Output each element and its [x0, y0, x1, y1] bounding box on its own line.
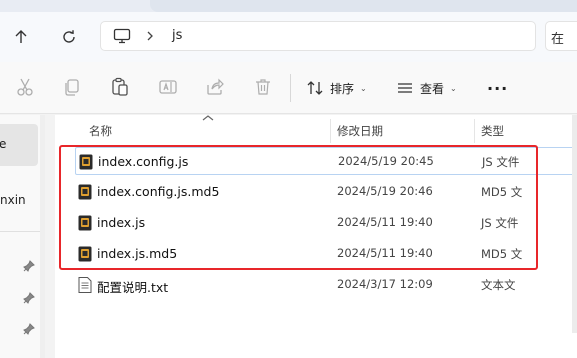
sort-button[interactable]: 排序 ⌄ [306, 77, 367, 99]
paste-icon [112, 77, 128, 96]
share-button[interactable] [205, 77, 225, 97]
refresh-icon [63, 30, 75, 43]
this-pc-icon[interactable] [113, 28, 131, 44]
chevron-down-icon: ⌄ [360, 83, 367, 93]
address-bar[interactable]: js [100, 21, 536, 51]
tab-strip [150, 0, 577, 12]
file-name: 配置说明.txt [97, 280, 169, 295]
column-header: 名称 修改日期 类型 [55, 119, 577, 143]
rename-button[interactable] [158, 77, 178, 97]
toolbar-divider [290, 74, 291, 102]
highlight-annotation-box [59, 145, 538, 270]
search-placeholder: 在 [551, 32, 565, 47]
title-strip [0, 0, 577, 12]
view-button[interactable]: 查看 ⌄ [396, 77, 457, 99]
paste-button[interactable] [110, 77, 130, 97]
nav-divider [0, 231, 40, 232]
column-divider[interactable] [474, 119, 475, 143]
pin-icon[interactable] [23, 292, 35, 304]
up-button[interactable] [8, 24, 34, 50]
file-type: 文本文 [481, 278, 516, 292]
chevron-down-icon: ⌄ [450, 83, 457, 93]
view-list-icon [398, 83, 412, 93]
sort-icon [307, 81, 323, 95]
pin-icon[interactable] [23, 323, 35, 335]
nav-item-user-folder[interactable]: nxin [0, 193, 26, 207]
delete-button[interactable] [253, 77, 273, 97]
pin-icon[interactable] [23, 260, 35, 272]
more-options-button[interactable]: ··· [487, 79, 508, 98]
column-modified[interactable]: 修改日期 [337, 123, 383, 139]
breadcrumb-js[interactable]: js [172, 28, 182, 43]
sort-label: 排序 [330, 81, 355, 96]
nav-item-selected[interactable]: e [0, 124, 38, 166]
nav-scrollbar[interactable] [40, 115, 45, 358]
column-divider[interactable] [330, 119, 331, 143]
text-file-icon [78, 277, 92, 293]
refresh-button[interactable] [56, 24, 82, 50]
search-input[interactable]: 在 [545, 21, 577, 51]
copy-button[interactable] [62, 77, 82, 97]
command-bar: 排序 ⌄ 查看 ⌄ ··· [0, 62, 577, 114]
file-list-scrollbar[interactable] [572, 115, 577, 333]
navigation-bar: js 在 [0, 12, 577, 62]
column-type[interactable]: 类型 [481, 123, 504, 139]
cut-button[interactable] [15, 77, 35, 97]
copy-icon [65, 79, 79, 96]
file-modified: 2024/3/17 12:09 [337, 277, 433, 291]
nav-item-label: e [0, 137, 7, 151]
arrow-up-icon [15, 30, 27, 43]
delete-icon [256, 79, 270, 95]
rename-icon [159, 80, 177, 94]
view-label: 查看 [420, 81, 445, 96]
column-name[interactable]: 名称 [89, 123, 112, 139]
chevron-right-icon[interactable] [145, 30, 155, 42]
cut-icon [17, 78, 33, 96]
share-icon [207, 78, 224, 95]
navigation-pane: e nxin [0, 115, 45, 358]
file-row[interactable]: 配置说明.txt 2024/3/17 12:09 文本文 [75, 271, 577, 299]
